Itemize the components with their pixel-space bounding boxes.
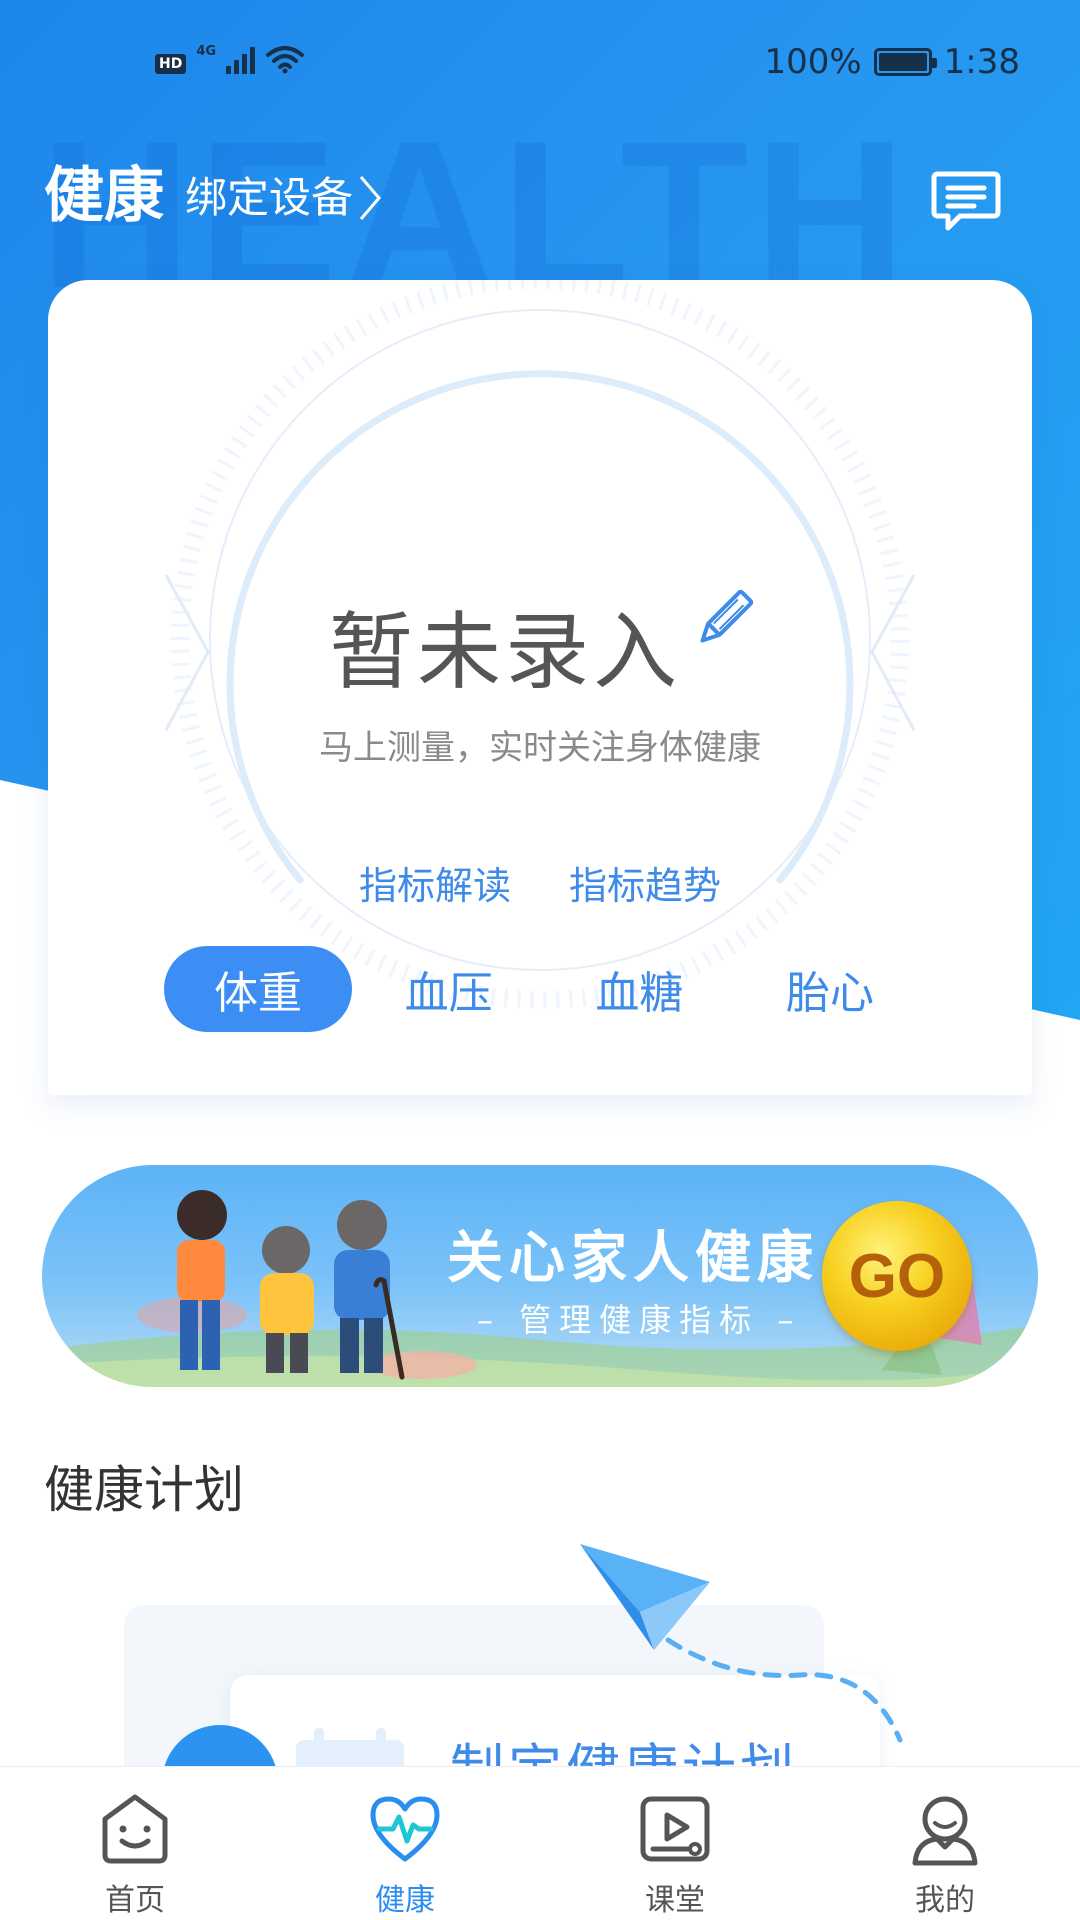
- nav-item-health[interactable]: 健康: [270, 1767, 540, 1920]
- message-icon[interactable]: [930, 168, 1002, 236]
- bind-device-link[interactable]: 绑定设备: [185, 168, 383, 228]
- go-button[interactable]: GO: [822, 1201, 972, 1351]
- empty-state-title: 暂未录入: [328, 603, 681, 701]
- family-health-banner[interactable]: 关心家人健康 – 管理健康指标 – GO: [42, 1165, 1038, 1387]
- heart-pulse-icon: [370, 1796, 440, 1862]
- banner-title: 关心家人健康: [447, 1226, 819, 1291]
- page-title: 健康: [44, 161, 164, 231]
- metric-links: 指标解读 指标趋势: [48, 855, 1032, 910]
- banner-subtitle: – 管理健康指标 –: [477, 1301, 802, 1339]
- tab-blood-pressure[interactable]: 血压: [355, 946, 543, 1032]
- home-face-icon: [102, 1794, 168, 1864]
- hd-badge: HD: [155, 54, 187, 74]
- calendar-icon: [296, 1728, 404, 1770]
- nav-item-mine[interactable]: 我的: [810, 1767, 1080, 1920]
- chevron-right-icon: [359, 176, 381, 220]
- empty-state-subtitle: 马上测量，实时关注身体健康: [319, 728, 761, 768]
- paper-plane-icon: [580, 1544, 903, 1743]
- metric-trend-link[interactable]: 指标趋势: [569, 855, 721, 910]
- health-plan-area: 制定健康计划: [0, 1540, 1080, 1770]
- network-type: 4G: [196, 44, 217, 59]
- nav-item-classroom[interactable]: 课堂: [540, 1767, 810, 1920]
- battery-percent: 100%: [764, 42, 862, 82]
- tab-fetal-heart[interactable]: 胎心: [736, 946, 924, 1032]
- metric-tabs: 体重 血压 血糖 胎心: [164, 946, 924, 1032]
- nav-label-health: 健康: [375, 1883, 435, 1918]
- nav-item-home[interactable]: 首页: [0, 1767, 270, 1920]
- signal-icon: [226, 46, 256, 74]
- nav-label-classroom: 课堂: [645, 1883, 705, 1918]
- bottom-nav: 首页 健康 课堂 我的: [0, 1766, 1080, 1920]
- video-lesson-icon: [640, 1796, 710, 1862]
- user-icon: [912, 1796, 978, 1866]
- wifi-icon: [266, 46, 305, 74]
- tab-weight[interactable]: 体重: [164, 946, 352, 1032]
- status-right: 100% 1:38: [764, 42, 1020, 82]
- bind-device-label: 绑定设备: [185, 173, 354, 222]
- nav-label-mine: 我的: [915, 1883, 975, 1918]
- nav-label-home: 首页: [105, 1883, 165, 1918]
- pencil-icon[interactable]: [688, 585, 758, 655]
- section-title-health-plan: 健康计划: [44, 1461, 244, 1519]
- metric-interpretation-link[interactable]: 指标解读: [359, 855, 511, 910]
- status-bar: HD 4G 100% 1:38: [0, 0, 1080, 120]
- clock: 1:38: [943, 42, 1020, 82]
- health-metric-card: 暂未录入 马上测量，实时关注身体健康 指标解读 指标趋势 体重 血压 血糖 胎心: [48, 280, 1032, 1095]
- battery-icon: [873, 48, 937, 76]
- tab-blood-sugar[interactable]: 血糖: [545, 946, 733, 1032]
- status-indicators: HD 4G: [155, 44, 305, 74]
